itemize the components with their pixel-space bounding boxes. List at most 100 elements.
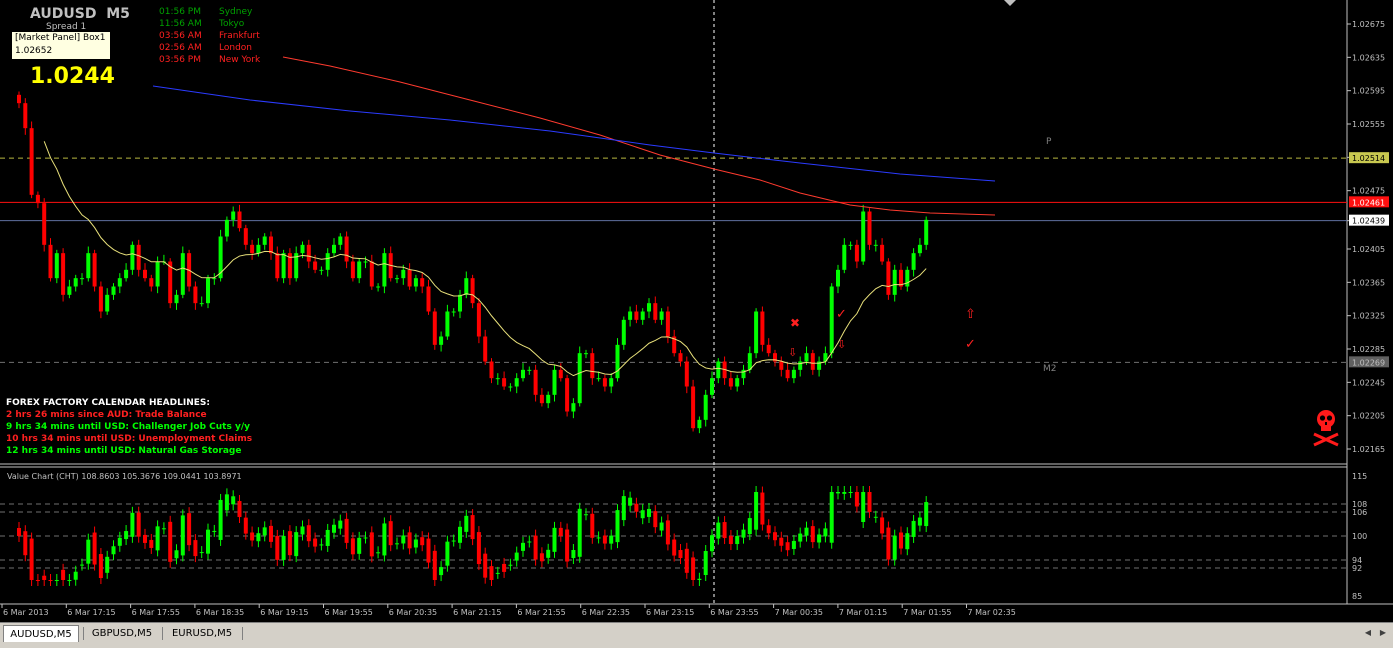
indicator-bar — [754, 492, 759, 530]
indicator-bar — [735, 536, 740, 545]
price-chart: ✖ ✓ ⇩ ⇩ ⇧ ✓ 1.02675 1.02635 1.02595 1.02555… — [0, 0, 1393, 617]
candle-body — [451, 311, 456, 313]
indicator-bar — [130, 512, 135, 537]
x-tick-label: 6 Mar 17:15 — [67, 608, 115, 617]
candle-body — [760, 311, 765, 345]
candle-body — [130, 244, 135, 270]
candle-body — [489, 361, 494, 379]
indicator-bar — [445, 541, 450, 566]
candle-body — [313, 261, 318, 270]
candle-body — [873, 244, 878, 246]
skull-crossbones-icon — [1313, 410, 1339, 447]
signal-check-icon: ✓ — [965, 337, 976, 352]
session-time: 02:56 AM — [159, 43, 202, 53]
indicator-bar — [854, 492, 859, 507]
indicator-bar — [376, 552, 381, 554]
y-tick-label: 1.02635 — [1352, 53, 1385, 62]
candle-body — [577, 353, 582, 404]
candle-body — [653, 303, 658, 320]
x-tick-label: 6 Mar 18:35 — [196, 608, 244, 617]
indicator-bar — [395, 543, 399, 545]
tab-eurusd[interactable]: EURUSD,M5 — [166, 625, 238, 642]
candle-body — [590, 353, 595, 379]
tab-gbpusd[interactable]: GBPUSD,M5 — [86, 625, 158, 642]
session-city: London — [219, 43, 252, 53]
y-tick-label: 1.02475 — [1352, 187, 1385, 196]
current-price-badge-label: 1.02439 — [1352, 217, 1385, 226]
calendar-title: FOREX FACTORY CALENDAR HEADLINES: — [6, 398, 210, 408]
x-tick-label: 6 Mar 19:55 — [325, 608, 373, 617]
y-tick-label: 1.02405 — [1352, 245, 1385, 254]
candle-body — [256, 244, 261, 254]
candle-body — [703, 394, 708, 420]
indicator-bar — [187, 513, 192, 546]
signal-down-arrow-icon: ⇩ — [837, 338, 846, 351]
indicator-tick-label: 92 — [1352, 564, 1362, 573]
level-red-badge-label: 1.02461 — [1352, 198, 1385, 207]
candle-body — [634, 311, 639, 320]
candle-body — [691, 386, 696, 429]
indicator-bar — [193, 540, 198, 557]
tab-audusd[interactable]: AUDUSD,M5 — [3, 625, 79, 642]
x-tick-label: 6 Mar 21:15 — [453, 608, 501, 617]
candle-body — [710, 378, 714, 395]
candle-body — [67, 286, 72, 295]
indicator-bar — [357, 537, 362, 554]
indicator-bar — [527, 541, 532, 543]
candle-body — [243, 228, 248, 245]
candle-body — [810, 353, 815, 370]
candle-body — [533, 369, 538, 395]
indicator-bar — [584, 514, 588, 516]
y-tick-label: 1.02555 — [1352, 120, 1385, 129]
candle-body — [237, 211, 242, 229]
indicator-bar — [17, 528, 21, 536]
signal-down-arrow-icon: ⇩ — [788, 346, 797, 359]
candle-body — [747, 353, 752, 370]
indicator-bar — [319, 544, 324, 546]
candle-body — [584, 353, 588, 355]
candle-body — [609, 378, 614, 387]
indicator-bar — [407, 532, 412, 549]
candle-body — [29, 128, 34, 195]
candle-body — [829, 286, 834, 354]
candle-body — [350, 261, 355, 279]
candle-body — [521, 369, 525, 379]
indicator-bar — [546, 549, 551, 558]
indicator-bar — [615, 510, 620, 543]
candle-body — [628, 311, 633, 320]
indicator-bar — [892, 535, 897, 560]
candle-body — [306, 244, 311, 262]
candle-body — [281, 253, 286, 279]
indicator-bar — [886, 527, 891, 560]
candle-body — [924, 219, 929, 245]
candle-body — [483, 336, 488, 362]
scroll-right-icon[interactable]: ▶ — [1377, 627, 1389, 639]
indicator-bar — [388, 521, 393, 546]
indicator-bar — [766, 525, 771, 534]
indicator-tick-label: 115 — [1352, 472, 1367, 481]
indicator-bar — [168, 521, 173, 562]
session-row: 01:56 PM Sydney — [159, 6, 260, 18]
shift-marker-icon[interactable] — [1004, 0, 1016, 6]
indicator-tick-label: 100 — [1352, 532, 1367, 541]
candle-body — [798, 361, 803, 370]
scroll-left-icon[interactable]: ◀ — [1362, 627, 1374, 639]
indicator-bar — [224, 494, 229, 511]
session-row: 11:56 AM Tokyo — [159, 18, 260, 30]
indicator-bar — [269, 525, 273, 542]
tab-separator — [83, 627, 84, 640]
candle-body — [785, 369, 790, 379]
candle-body — [678, 353, 683, 362]
indicator-bar — [174, 550, 179, 559]
indicator-title: Value Chart (CHT) 108.8603 105.3676 109.… — [7, 472, 242, 481]
indicator-bar — [747, 518, 752, 535]
candle-body — [338, 236, 343, 245]
indicator-bar — [924, 502, 929, 527]
indicator-bar — [199, 552, 204, 554]
indicator-bar — [476, 532, 481, 565]
candle-body — [332, 244, 336, 254]
indicator-bar — [514, 552, 519, 561]
candle-body — [124, 269, 129, 279]
indicator-bar — [155, 526, 160, 551]
session-time: 01:56 PM — [159, 7, 201, 17]
